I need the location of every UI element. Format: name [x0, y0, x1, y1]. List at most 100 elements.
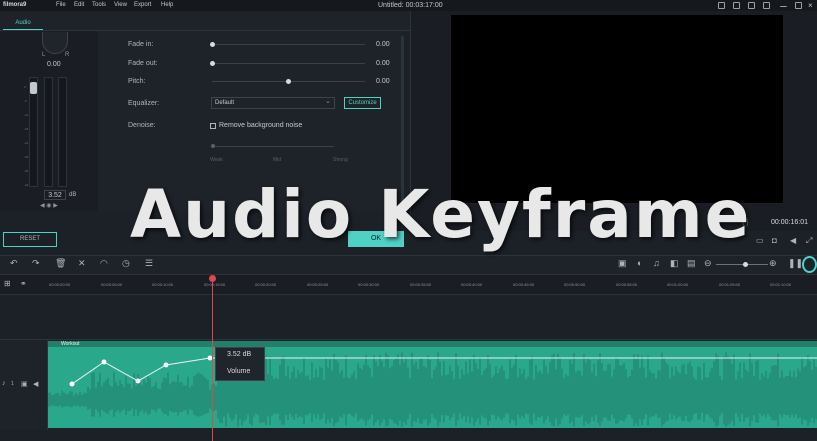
keyframe-db-value: 3.52 dB — [227, 351, 252, 358]
left-level-meter — [44, 77, 53, 187]
subtitle-icon[interactable]: ▤ — [687, 258, 696, 269]
minimize-icon[interactable] — [780, 2, 787, 7]
play-icon[interactable]: ▶ — [53, 203, 58, 209]
volume-slider-thumb[interactable] — [30, 82, 37, 94]
snapshot-icon[interactable]: ◘ — [772, 236, 777, 245]
keyframe-point — [135, 378, 141, 384]
fade-in-label: Fade in: — [128, 41, 154, 48]
fade-in-slider[interactable] — [212, 44, 365, 45]
menu-help[interactable]: Help — [161, 0, 173, 11]
fade-out-value[interactable]: 0.00 — [376, 60, 390, 67]
project-title: Untitled: 00:03:17:00 — [378, 2, 443, 9]
playhead-handle[interactable] — [209, 275, 216, 282]
app-logo: filmora9 — [3, 2, 27, 8]
add-track-icon[interactable]: ⊞ — [4, 279, 11, 288]
denoise-weak-label: Weak — [210, 157, 223, 163]
speaker-icon[interactable]: ◀ — [40, 203, 45, 209]
playhead-line[interactable] — [212, 278, 213, 441]
keyframe-point — [69, 381, 75, 387]
reset-button[interactable]: RESET — [3, 232, 57, 247]
maximize-icon[interactable] — [795, 2, 802, 9]
shield-icon[interactable]: ◖ — [636, 258, 641, 268]
ruler-tick: 00:00:50:00 — [564, 282, 586, 287]
menu-export[interactable]: Export — [134, 0, 151, 11]
ruler-tick: 00:00:30:00 — [358, 282, 380, 287]
zoom-in-icon[interactable]: ⊕ — [769, 258, 777, 269]
overlay-title: Audio Keyframe — [130, 176, 752, 253]
chevron-down-icon: ⌄ — [325, 98, 331, 105]
meter-scale-tick: -18 — [24, 127, 29, 131]
ruler-tick: 00:00:20:00 — [255, 282, 277, 287]
audio-mixer-icon[interactable]: ☰ — [145, 258, 153, 269]
cart-icon[interactable] — [763, 2, 770, 9]
timeline-ruler[interactable] — [0, 275, 817, 295]
meter-scale-tick: -42 — [24, 183, 29, 187]
ruler-tick: 00:00:05:00 — [101, 282, 123, 287]
expand-icon[interactable]: ⤢ — [806, 236, 812, 246]
menu-file[interactable]: File — [56, 0, 66, 11]
menu-view[interactable]: View — [114, 0, 127, 11]
ruler-tick: 00:01:10:00 — [770, 282, 792, 287]
equalizer-label: Equalizer: — [128, 100, 160, 107]
customize-button[interactable]: Customize — [344, 97, 381, 109]
pitch-value[interactable]: 0.00 — [376, 78, 390, 85]
duration-icon[interactable]: ◷ — [122, 258, 130, 269]
undo-icon[interactable]: ↶ — [10, 258, 18, 269]
render-icon[interactable]: ▣ — [618, 258, 627, 269]
menu-edit[interactable]: Edit — [74, 0, 84, 11]
fade-in-value[interactable]: 0.00 — [376, 41, 390, 48]
denoise-checkbox-label[interactable]: Remove background noise — [219, 122, 302, 129]
track-number: 1 — [11, 381, 14, 387]
fade-out-slider[interactable] — [212, 63, 365, 64]
mute-icon[interactable]: ◀ — [33, 380, 38, 388]
volume-icon[interactable]: ◀ — [790, 236, 796, 245]
lock-icon[interactable]: ▣ — [21, 380, 28, 388]
record-icon[interactable]: ◉ — [46, 203, 51, 209]
video-preview — [451, 15, 783, 203]
redo-icon[interactable]: ↷ — [32, 258, 40, 269]
keyframe-point — [101, 359, 107, 365]
microphone-icon[interactable]: ♫ — [653, 258, 660, 268]
denoise-mid-label: Mid — [273, 157, 282, 163]
zoom-out-icon[interactable]: ⊖ — [704, 258, 712, 269]
notes-icon[interactable] — [733, 2, 740, 9]
keyframe-volume-label: Volume — [227, 368, 251, 375]
account-icon[interactable] — [718, 2, 725, 9]
zoom-slider[interactable] — [716, 264, 768, 265]
balance-value: 0.00 — [47, 61, 61, 68]
close-icon[interactable]: × — [808, 0, 813, 11]
ruler-tick: 00:00:55:00 — [616, 282, 638, 287]
zoom-slider-thumb[interactable] — [743, 262, 748, 267]
equalizer-select[interactable]: Default — [211, 97, 335, 109]
speed-icon[interactable]: ◠ — [100, 258, 108, 269]
denoise-thumb[interactable] — [211, 144, 215, 148]
meter-scale-tick: -6 — [24, 99, 27, 103]
menu-tools[interactable]: Tools — [92, 0, 106, 11]
fade-out-thumb[interactable] — [210, 61, 215, 66]
meter-scale-tick: -12 — [24, 113, 29, 117]
link-icon[interactable]: ⚭ — [20, 279, 27, 288]
volume-db-input[interactable]: 3.52 — [44, 190, 66, 200]
music-note-icon: ♪ — [2, 380, 6, 387]
denoise-slider[interactable] — [212, 146, 334, 147]
ruler-tick: 00:00:40:00 — [461, 282, 483, 287]
audio-waveform[interactable] — [48, 347, 817, 428]
menubar: filmora9 File Edit Tools View Export Hel… — [0, 0, 817, 11]
tab-audio[interactable]: Audio — [3, 17, 43, 30]
ruler-tick: 00:00:35:00 — [410, 282, 432, 287]
voiceover-icon[interactable]: ◧ — [670, 258, 679, 269]
cut-icon[interactable]: ✕ — [78, 258, 86, 269]
denoise-label: Denoise: — [128, 122, 156, 129]
fade-in-thumb[interactable] — [210, 42, 215, 47]
pause-icon[interactable]: ❚❚ — [788, 258, 803, 269]
denoise-checkbox[interactable] — [210, 123, 216, 129]
ruler-tick: 00:00:10:00 — [152, 282, 174, 287]
fullscreen-monitor-icon[interactable]: ▭ — [756, 236, 764, 245]
mail-icon[interactable] — [748, 2, 755, 9]
help-icon[interactable] — [802, 256, 817, 273]
ruler-tick: 00:00:00:00 — [49, 282, 71, 287]
delete-icon[interactable]: 🗑 — [55, 258, 66, 269]
pitch-thumb[interactable] — [286, 79, 291, 84]
ruler-tick: 00:01:00:00 — [667, 282, 689, 287]
fade-out-label: Fade out: — [128, 60, 158, 67]
